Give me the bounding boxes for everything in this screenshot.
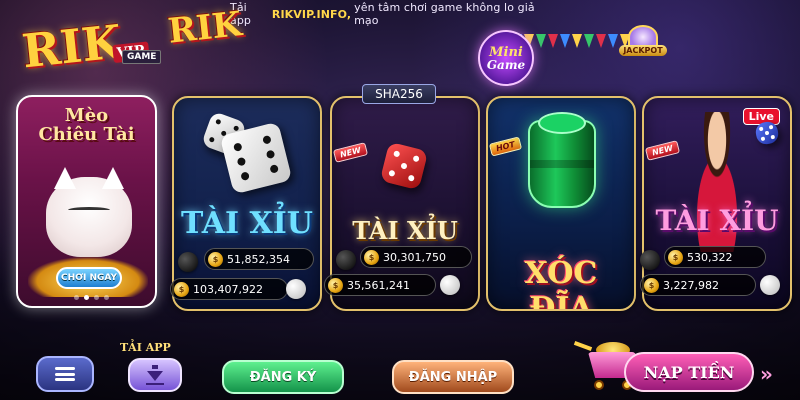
card-title: TÀI XỈU	[352, 216, 458, 245]
coin-icon: $	[208, 252, 223, 267]
card-title-top: Mèo Chiêu Tài	[18, 106, 155, 145]
top-banner: Tải app RIKVIP.INFO, yên tâm chơi game k…	[230, 0, 550, 28]
game-card-xoc-dia[interactable]: HOT XÓC ĐĨA	[486, 96, 636, 311]
menu-button[interactable]	[36, 356, 94, 392]
lucky-cat-icon	[46, 177, 132, 257]
black-ball-icon	[336, 250, 356, 270]
black-ball-icon	[640, 250, 660, 270]
login-button[interactable]: ĐĂNG NHẬP	[392, 360, 514, 394]
sha256-tag: SHA256	[362, 84, 436, 104]
stat-pill-bottom: $ 103,407,922	[170, 278, 288, 300]
download-app-label: TẢI APP	[120, 341, 171, 354]
stat-value: 103,407,922	[193, 282, 263, 296]
white-ball-icon	[286, 279, 306, 299]
stat-value: 530,322	[687, 250, 733, 264]
coin-icon: $	[364, 250, 379, 265]
game-tag: GAME	[122, 50, 162, 64]
carousel-dot[interactable]	[74, 295, 79, 300]
black-ball-icon	[178, 252, 198, 272]
banner-site[interactable]: RIKVIP.INFO,	[272, 8, 351, 21]
shaker-cup-icon	[528, 112, 596, 208]
stat-value: 3,227,982	[663, 278, 719, 292]
carousel-dot[interactable]	[104, 295, 109, 300]
coin-icon: $	[328, 278, 343, 293]
stat-pill-top: $ 51,852,354	[204, 248, 314, 270]
chevron-right-icon: »	[760, 362, 773, 386]
menu-icon	[55, 367, 75, 381]
logo-text: RIK	[19, 14, 125, 79]
stat-pill-top: $ 30,301,750	[360, 246, 472, 268]
new-badge: NEW	[644, 140, 681, 161]
card-title: XÓC ĐĨA	[524, 256, 598, 311]
stat-value: 35,561,241	[347, 278, 410, 292]
red-dice-icon	[379, 141, 429, 191]
mini-game-line1: Mini	[489, 44, 523, 60]
card-title: TÀI XỈU	[655, 204, 779, 237]
download-app-button[interactable]	[128, 358, 182, 392]
card-title-line2: Chiêu Tài	[38, 123, 135, 145]
banner-suffix: yên tâm chơi game không lo giả mạo	[354, 1, 535, 27]
stat-pill-bottom: $ 35,561,241	[324, 274, 436, 296]
stat-value: 51,852,354	[227, 252, 290, 266]
coin-icon: $	[174, 282, 189, 297]
carousel-dot[interactable]	[94, 295, 99, 300]
stat-value: 30,301,750	[383, 250, 446, 264]
mini-game-line2: Game	[486, 57, 526, 72]
mini-game-button[interactable]: Mini Game	[478, 30, 534, 86]
coin-icon: $	[644, 278, 659, 293]
carousel-dot-active[interactable]	[84, 295, 89, 300]
stat-pill-top: $ 530,322	[664, 246, 766, 268]
white-ball-icon	[760, 275, 780, 295]
hot-badge: HOT	[488, 136, 523, 157]
rik-logo-small: RIK	[166, 4, 244, 52]
card-title: TÀI XỈU	[181, 206, 313, 241]
stat-pill-bottom: $ 3,227,982	[640, 274, 756, 296]
white-ball-icon	[440, 275, 460, 295]
play-now-button[interactable]: CHƠI NGAY	[56, 267, 122, 289]
download-icon	[145, 365, 165, 385]
new-badge: NEW	[332, 142, 369, 163]
jackpot-label: JACKPOT	[619, 45, 667, 56]
topup-button[interactable]: NẠP TIỀN	[624, 352, 754, 392]
register-button[interactable]: ĐĂNG KÝ	[222, 360, 344, 394]
dice-icon	[219, 121, 293, 195]
carousel-dots	[74, 295, 109, 300]
jackpot-button[interactable]: JACKPOT	[612, 14, 674, 56]
coin-icon: $	[668, 250, 683, 265]
game-card-meo-chieu-tai[interactable]: Mèo Chiêu Tài CHƠI NGAY	[16, 95, 157, 308]
